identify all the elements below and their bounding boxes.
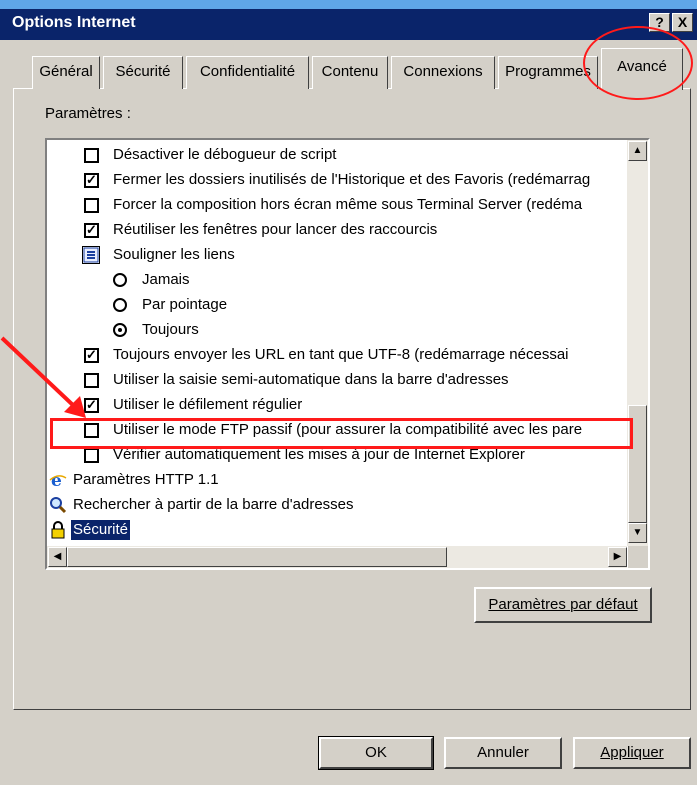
category-label-selected: Sécurité bbox=[71, 520, 131, 540]
ok-button[interactable]: OK bbox=[318, 736, 434, 770]
magnifier-icon bbox=[49, 496, 67, 514]
scroll-down-button[interactable]: ▼ bbox=[628, 523, 647, 543]
scroll-right-button[interactable]: ▶ bbox=[608, 547, 627, 567]
apply-button[interactable]: Appliquer bbox=[573, 737, 691, 769]
annotation-arrow-icon bbox=[0, 336, 86, 418]
radio-button-selected[interactable] bbox=[113, 323, 127, 337]
radio-button[interactable] bbox=[113, 273, 127, 287]
lock-icon bbox=[49, 521, 67, 539]
radio-label: Jamais bbox=[142, 271, 190, 288]
radio-button[interactable] bbox=[113, 298, 127, 312]
highlight-ellipse bbox=[583, 26, 693, 100]
group-underline-links: Souligner les liens bbox=[47, 243, 627, 267]
horizontal-scroll-thumb[interactable] bbox=[67, 547, 447, 567]
category-label: Paramètres HTTP 1.1 bbox=[73, 471, 219, 488]
tab-general[interactable]: Général bbox=[32, 56, 100, 89]
group-label: Souligner les liens bbox=[113, 246, 235, 263]
settings-listbox[interactable]: Désactiver le débogueur de script ✓ Ferm… bbox=[45, 138, 650, 570]
settings-list: Désactiver le débogueur de script ✓ Ferm… bbox=[47, 140, 627, 546]
setting-close-folders[interactable]: ✓ Fermer les dossiers inutilisés de l'Hi… bbox=[47, 168, 627, 192]
cancel-button[interactable]: Annuler bbox=[444, 737, 562, 769]
setting-label: Toujours envoyer les URL en tant que UTF… bbox=[113, 346, 569, 363]
window-title: Options Internet bbox=[12, 14, 136, 31]
setting-label: Fermer les dossiers inutilisés de l'Hist… bbox=[113, 171, 591, 188]
setting-offscreen[interactable]: Forcer la composition hors écran même so… bbox=[47, 193, 627, 217]
close-button[interactable]: X bbox=[672, 13, 693, 32]
setting-debugger[interactable]: Désactiver le débogueur de script bbox=[47, 143, 627, 167]
tab-confidentialite[interactable]: Confidentialité bbox=[186, 56, 309, 89]
setting-reuse-windows[interactable]: ✓ Réutiliser les fenêtres pour lancer de… bbox=[47, 218, 627, 242]
checkbox[interactable] bbox=[84, 448, 99, 463]
checkbox-checked[interactable]: ✓ bbox=[84, 173, 99, 188]
setting-autocomplete[interactable]: Utiliser la saisie semi-automatique dans… bbox=[47, 368, 627, 392]
parameters-label: Paramètres : bbox=[45, 105, 131, 122]
svg-text:e: e bbox=[51, 471, 62, 489]
checkbox-checked[interactable]: ✓ bbox=[84, 223, 99, 238]
restore-defaults-label: Paramètres par défaut bbox=[488, 596, 638, 613]
checkbox[interactable] bbox=[84, 148, 99, 163]
tab-contenu[interactable]: Contenu bbox=[312, 56, 388, 89]
category-security[interactable]: Sécurité bbox=[47, 518, 627, 542]
category-http[interactable]: e Paramètres HTTP 1.1 bbox=[47, 468, 627, 492]
scrollbar-corner bbox=[628, 546, 648, 568]
category-label: Rechercher à partir de la barre d'adress… bbox=[73, 496, 354, 513]
setting-smooth-scroll[interactable]: ✓ Utiliser le défilement régulier bbox=[47, 393, 627, 417]
radio-never[interactable]: Jamais bbox=[47, 268, 627, 292]
radio-label: Toujours bbox=[142, 321, 199, 338]
list-icon bbox=[82, 246, 100, 264]
radio-hover[interactable]: Par pointage bbox=[47, 293, 627, 317]
setting-label: Réutiliser les fenêtres pour lancer des … bbox=[113, 221, 438, 238]
title-top-strip bbox=[0, 0, 697, 9]
scroll-left-button[interactable]: ◀ bbox=[48, 547, 67, 567]
checkbox[interactable] bbox=[84, 198, 99, 213]
ie-icon: e bbox=[49, 471, 67, 491]
setting-label: Forcer la composition hors écran même so… bbox=[113, 196, 583, 213]
setting-utf8[interactable]: ✓ Toujours envoyer les URL en tant que U… bbox=[47, 343, 627, 367]
scroll-up-button[interactable]: ▲ bbox=[628, 141, 647, 161]
restore-defaults-button[interactable]: Paramètres par défaut bbox=[474, 587, 652, 623]
highlight-box bbox=[50, 418, 633, 449]
tab-connexions[interactable]: Connexions bbox=[391, 56, 495, 89]
setting-label: Désactiver le débogueur de script bbox=[113, 146, 337, 163]
tab-securite[interactable]: Sécurité bbox=[103, 56, 183, 89]
apply-label: Appliquer bbox=[600, 744, 664, 761]
setting-label: Utiliser le défilement régulier bbox=[113, 396, 303, 413]
category-search[interactable]: Rechercher à partir de la barre d'adress… bbox=[47, 493, 627, 517]
setting-label: Utiliser la saisie semi-automatique dans… bbox=[113, 371, 509, 388]
radio-label: Par pointage bbox=[142, 296, 228, 313]
radio-always[interactable]: Toujours bbox=[47, 318, 627, 342]
